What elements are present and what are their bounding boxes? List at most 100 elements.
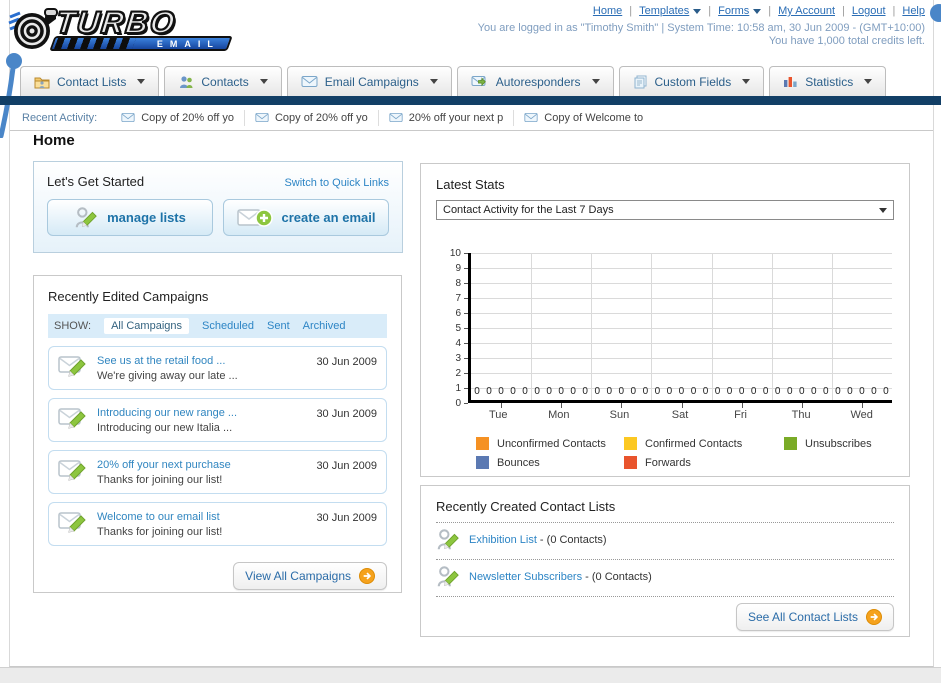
data-value-label: 0 (570, 386, 576, 397)
filter-archived[interactable]: Archived (303, 320, 346, 332)
h-gridline (471, 313, 892, 314)
nav-link-forms[interactable]: Forms (718, 5, 762, 17)
y-tick-label: 9 (455, 263, 461, 274)
recent-activity-item[interactable]: Copy of 20% off yo (245, 109, 379, 126)
contact-list-item[interactable]: Newsletter Subscribers - (0 Contacts) (436, 560, 894, 594)
recent-activity-item[interactable]: Copy of 20% off yo (111, 109, 245, 126)
h-gridline (471, 358, 892, 359)
credits-text: You have 1,000 total credits left. (768, 35, 925, 47)
logo-text-email: EMAIL (157, 38, 220, 49)
data-value-labels: 00000 (772, 386, 832, 397)
chart-plot-area: 00000000000000000000000000000000000 (464, 253, 892, 408)
legend-item: Confirmed Contacts (624, 437, 784, 450)
v-gridline (831, 253, 833, 400)
x-axis-label: Tue (489, 409, 508, 421)
page-title: Home (33, 132, 75, 149)
campaign-title-link[interactable]: Welcome to our email list (97, 510, 307, 525)
login-status-text: You are logged in as "Timothy Smith" | S… (477, 22, 925, 34)
envelope-pencil-icon (58, 512, 86, 533)
view-all-campaigns-button[interactable]: View All Campaigns (233, 562, 387, 590)
main-tab-bar: Contact Lists Contacts Email Campaigns A… (20, 66, 887, 96)
campaign-title-link[interactable]: Introducing our new range ... (97, 406, 307, 421)
see-all-contact-lists-button[interactable]: See All Contact Lists (735, 603, 894, 631)
nav-link-help[interactable]: Help (902, 5, 925, 17)
x-tick-mark (861, 403, 863, 408)
campaign-row[interactable]: See us at the retail food ... We're givi… (48, 346, 387, 390)
campaign-date: 30 Jun 2009 (316, 460, 377, 472)
filter-scheduled[interactable]: Scheduled (202, 320, 254, 332)
data-value-label: 0 (630, 386, 637, 397)
contact-list-item[interactable]: Exhibition List - (0 Contacts) (436, 523, 894, 557)
data-value-label: 0 (702, 386, 709, 397)
data-value-label: 0 (726, 386, 733, 397)
tab-contacts[interactable]: Contacts (164, 66, 282, 96)
campaign-row[interactable]: 20% off your next purchase Thanks for jo… (48, 450, 387, 494)
tab-autoresponders[interactable]: Autoresponders (456, 66, 614, 96)
legend-swatch-icon (784, 437, 797, 450)
logo-email-bar: EMAIL (49, 36, 233, 51)
y-tick-mark (464, 403, 468, 404)
chevron-down-icon (259, 79, 268, 84)
x-axis-label: Fri (734, 409, 747, 421)
chevron-down-icon (137, 79, 146, 84)
data-value-label: 0 (786, 386, 793, 397)
nav-link-home[interactable]: Home (593, 5, 622, 17)
contact-list-name-link[interactable]: Exhibition List (469, 534, 537, 546)
data-value-label: 0 (666, 386, 673, 397)
filter-sent[interactable]: Sent (267, 320, 290, 332)
data-value-label: 0 (774, 386, 781, 397)
campaign-title-link[interactable]: 20% off your next purchase (97, 458, 307, 473)
y-tick-label: 4 (455, 338, 461, 349)
footer-strip (0, 667, 941, 683)
campaign-row[interactable]: Introducing our new range ... Introducin… (48, 398, 387, 442)
x-axis-label: Sat (671, 409, 689, 421)
stats-period-select[interactable]: Contact Activity for the Last 7 Days (436, 200, 894, 220)
campaign-row[interactable]: Welcome to our email list Thanks for joi… (48, 502, 387, 546)
nav-link-logout[interactable]: Logout (852, 5, 886, 17)
tab-contact-lists[interactable]: Contact Lists (20, 66, 160, 96)
y-tick-label: 3 (455, 353, 461, 364)
tab-custom-fields[interactable]: Custom Fields (618, 66, 765, 96)
v-gridline (591, 253, 593, 400)
create-an-email-button[interactable]: create an email (223, 199, 389, 236)
h-gridline (471, 268, 892, 269)
campaign-title-link[interactable]: See us at the retail food ... (97, 354, 307, 369)
recent-activity-item[interactable]: Copy of Welcome to (514, 110, 653, 126)
contact-activity-chart: 0 1 2 3 4 5 6 7 8 9 10 000000000000000000000000000… (442, 248, 894, 423)
data-value-label: 0 (582, 386, 588, 397)
arrow-right-icon (866, 609, 882, 625)
bar-chart-icon (784, 77, 797, 87)
campaign-subtitle: Thanks for joining our list! (97, 474, 223, 486)
chevron-down-icon (591, 79, 600, 84)
nav-link-templates[interactable]: Templates (639, 5, 702, 17)
data-value-label: 0 (558, 386, 564, 397)
h-gridline (471, 373, 892, 374)
recent-activity-item[interactable]: 20% off your next p (379, 109, 515, 126)
recent-activity-bar: Recent Activity: Copy of 20% off yo Copy… (10, 105, 933, 131)
data-value-label: 0 (762, 386, 769, 397)
manage-lists-button[interactable]: manage lists (47, 199, 213, 236)
contact-list-name-link[interactable]: Newsletter Subscribers (469, 571, 582, 583)
envelope-icon (121, 112, 135, 123)
y-tick-label: 8 (455, 278, 461, 289)
campaign-subtitle: We're giving away our late ... (97, 370, 238, 382)
legend-label: Forwards (645, 456, 691, 469)
data-value-label: 0 (835, 386, 841, 397)
nav-link-my-account[interactable]: My Account (778, 5, 835, 17)
filter-all-campaigns[interactable]: All Campaigns (104, 318, 189, 334)
tab-statistics[interactable]: Statistics (769, 66, 887, 96)
x-tick-mark (621, 403, 623, 408)
data-value-label: 0 (871, 386, 877, 397)
data-value-label: 0 (738, 386, 745, 397)
latest-stats-title: Latest Stats (436, 177, 505, 192)
contact-list-count: - (0 Contacts) (582, 571, 652, 583)
tab-email-campaigns[interactable]: Email Campaigns (286, 66, 452, 96)
legend-swatch-icon (476, 437, 489, 450)
data-value-label: 0 (546, 386, 552, 397)
chevron-down-icon (753, 8, 762, 14)
campaign-subtitle: Introducing our new Italia ... (97, 422, 233, 434)
y-tick-mark (464, 328, 468, 329)
data-value-label: 0 (474, 386, 480, 397)
folder-icon (34, 77, 50, 88)
switch-to-quick-links[interactable]: Switch to Quick Links (284, 177, 389, 189)
